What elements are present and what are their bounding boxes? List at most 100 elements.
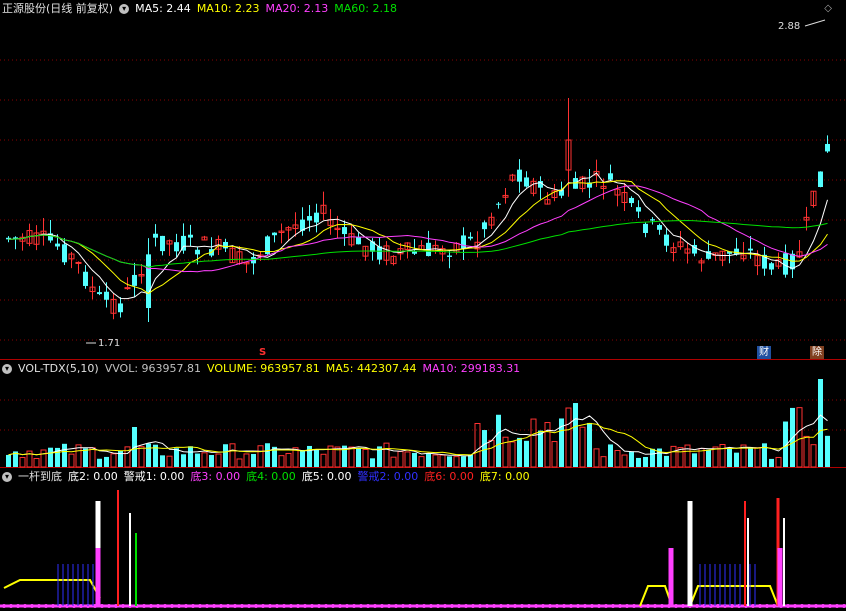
kline-legend-item: MA5: 2.44 — [135, 2, 191, 15]
volume-bar — [19, 457, 26, 468]
baseline-dot — [44, 604, 48, 608]
kline-chart[interactable] — [0, 0, 846, 360]
baseline-dot — [121, 604, 125, 608]
volume-bar — [181, 454, 186, 467]
baseline-dot — [9, 604, 13, 608]
baseline-dot — [100, 604, 104, 608]
volume-bar — [670, 445, 677, 468]
volume-bar — [565, 407, 572, 468]
baseline-dot — [478, 604, 482, 608]
candle-body — [97, 292, 102, 295]
volume-bar — [636, 457, 641, 467]
baseline-dot — [618, 604, 622, 608]
indicator-legend-item: 警戒2: 0.00 — [357, 470, 419, 483]
baseline-dot — [576, 604, 580, 608]
indicator-panel[interactable]: ▾ 一杆到底 底2: 0.00 警戒1: 0.00 底3: 0.00 底4: 0.00 底5… — [0, 468, 846, 611]
yellow-band — [3, 579, 101, 599]
volume-bar — [692, 453, 697, 467]
baseline-dot — [261, 604, 265, 608]
volume-bar — [650, 448, 655, 467]
baseline-dot — [289, 604, 293, 608]
indicator-chart[interactable] — [0, 468, 846, 611]
volume-bar — [314, 450, 319, 467]
volume-bar — [488, 439, 495, 468]
baseline-dot — [772, 604, 776, 608]
baseline-dot — [296, 604, 300, 608]
volume-bar — [453, 456, 460, 468]
ma-legend: MA5: 2.44 MA10: 2.23 MA20: 2.13 MA60: 2.18 — [135, 2, 403, 15]
volume-bar — [608, 444, 613, 467]
volume-bar — [803, 435, 810, 468]
baseline-dot — [198, 604, 202, 608]
volume-bar — [174, 448, 179, 467]
baseline-dot — [751, 604, 755, 608]
volume-header: ▾ VOL-TDX(5,10) VVOL: 963957.81 VOLUME: 963… — [0, 360, 532, 378]
baseline-dot — [338, 604, 342, 608]
volume-legend-item: MA10: 299183.31 — [422, 362, 521, 375]
candle-body — [377, 246, 382, 260]
baseline-dot — [401, 604, 405, 608]
baseline-dot — [450, 604, 454, 608]
baseline-dot — [485, 604, 489, 608]
volume-bar — [243, 453, 250, 468]
baseline-dot — [254, 604, 258, 608]
volume-bar — [482, 430, 487, 467]
baseline-dot — [177, 604, 181, 608]
baseline-dot — [51, 604, 55, 608]
volume-bar — [62, 443, 67, 467]
volume-bar — [362, 448, 369, 468]
candle-body — [307, 216, 312, 221]
volume-panel[interactable]: ▾ VOL-TDX(5,10) VVOL: 963957.81 VOLUME: 963… — [0, 360, 846, 468]
volume-bar — [383, 442, 390, 468]
diamond-icon[interactable]: ◇ — [824, 3, 832, 14]
volume-bar — [418, 456, 425, 468]
volume-bar — [432, 454, 439, 468]
candle-body — [818, 171, 823, 187]
baseline-dot — [268, 604, 272, 608]
finance-tag[interactable]: 财 — [757, 346, 771, 359]
volume-bar — [544, 422, 551, 468]
baseline-dot — [793, 604, 797, 608]
baseline-dot — [660, 604, 664, 608]
indicator-legend-item: 底6: 0.00 — [424, 470, 474, 483]
s-marker[interactable]: S — [257, 346, 268, 359]
baseline-dot — [170, 604, 174, 608]
volume-bar — [677, 447, 684, 468]
kline-panel[interactable]: 正源股份(日线 前复权) ▾ MA5: 2.44 MA10: 2.23 MA20: 2.… — [0, 0, 846, 360]
baseline-dot — [555, 604, 559, 608]
baseline-dot — [422, 604, 426, 608]
volume-bar — [188, 446, 193, 467]
volume-bar — [796, 407, 803, 468]
baseline-dot — [191, 604, 195, 608]
dividend-tag[interactable]: 除 — [810, 346, 824, 359]
baseline-dot — [212, 604, 216, 608]
volume-bar — [201, 452, 208, 468]
baseline-dot — [380, 604, 384, 608]
volume-bar — [6, 454, 11, 467]
baseline-dot — [625, 604, 629, 608]
dropdown-icon[interactable]: ▾ — [119, 4, 130, 14]
kline-header: 正源股份(日线 前复权) ▾ MA5: 2.44 MA10: 2.23 MA20: 2.… — [0, 0, 409, 18]
baseline-dot — [569, 604, 573, 608]
candle-body — [629, 197, 634, 204]
ma-line — [8, 172, 828, 300]
baseline-dot — [646, 604, 650, 608]
volume-bar — [825, 435, 830, 467]
volume-bar — [265, 443, 270, 467]
dropdown-icon[interactable]: ▾ — [2, 364, 12, 374]
candle-body — [104, 291, 109, 300]
volume-bar — [426, 453, 431, 467]
baseline-dot — [310, 604, 314, 608]
baseline-dot — [807, 604, 811, 608]
dropdown-icon[interactable]: ▾ — [2, 472, 12, 482]
indicator-legend-item: 警戒1: 0.00 — [123, 470, 185, 483]
baseline-dot — [604, 604, 608, 608]
volume-bar — [818, 379, 823, 467]
baseline-dot — [226, 604, 230, 608]
volume-legend: VVOL: 963957.81 VOLUME: 963957.81 MA5: 442… — [105, 362, 527, 375]
volume-bar — [524, 440, 529, 467]
volume-bar — [439, 454, 446, 468]
candle-body — [447, 255, 452, 257]
baseline-dot — [716, 604, 720, 608]
baseline-dot — [681, 604, 685, 608]
